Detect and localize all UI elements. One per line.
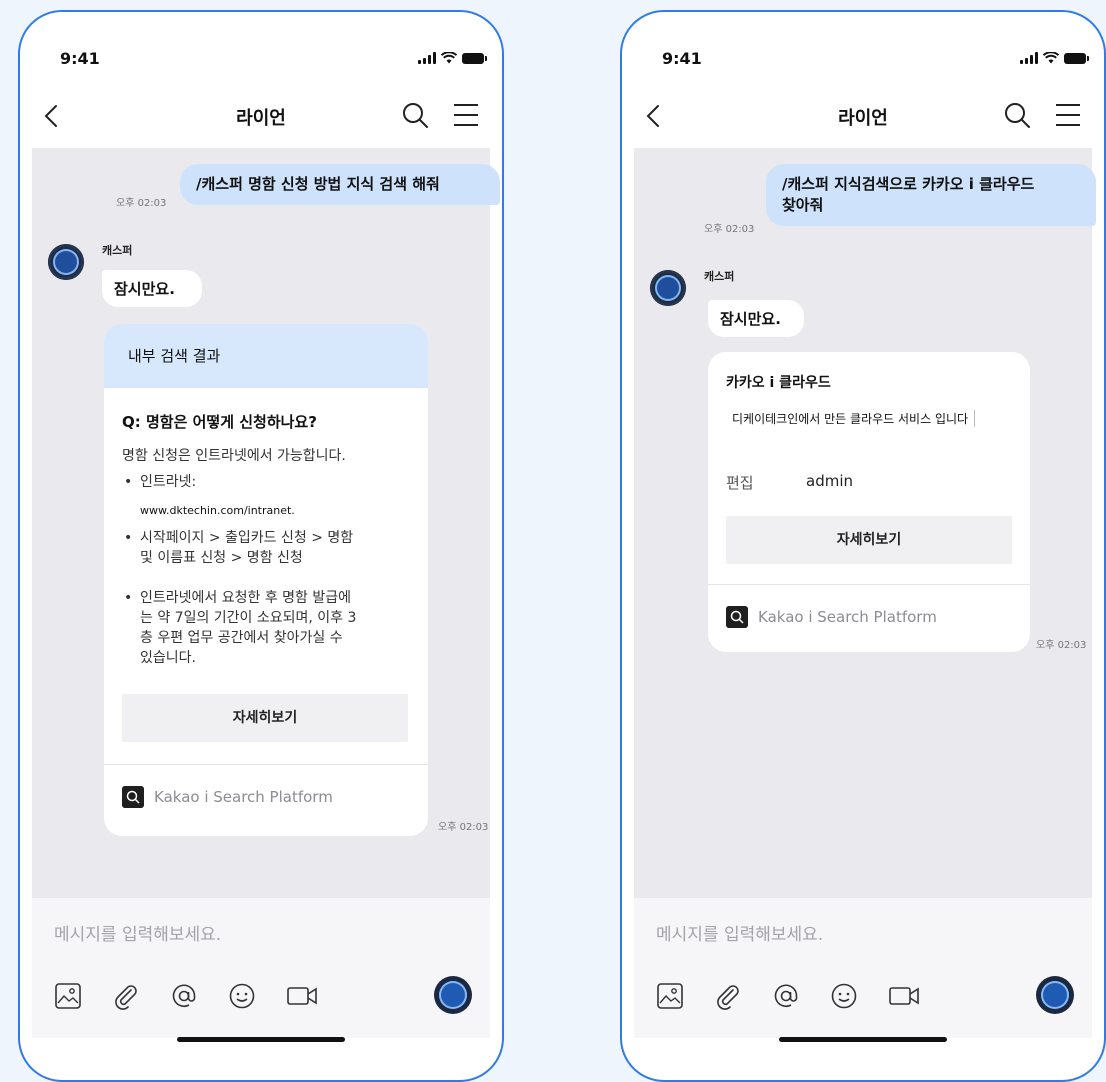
battery-icon (1064, 53, 1089, 64)
wifi-icon (441, 52, 457, 64)
search-platform-label: Kakao i Search Platform (154, 788, 333, 806)
wifi-icon (1043, 52, 1059, 64)
status-time: 9:41 (662, 49, 702, 68)
card-bullet-2: 시작페이지 > 출입카드 신청 > 명함 (124, 528, 353, 548)
video-icon[interactable] (286, 982, 318, 1010)
input-area: 메시지를 입력해보세요. (634, 898, 1092, 1038)
card-bullet-1: 인트라넷: (124, 472, 196, 492)
image-icon[interactable] (656, 982, 684, 1010)
status-icons (418, 52, 487, 64)
bot-message-time: 오후 02:03 (1036, 640, 1087, 651)
user-message-time: 오후 02:03 (116, 198, 167, 209)
attach-icon[interactable] (112, 982, 140, 1010)
user-message-line-1: /캐스퍼 지식검색으로 카카오 i 클라우드 (782, 175, 1035, 193)
card-divider (104, 764, 428, 765)
bot-reply-bubble: 잠시만요. (102, 270, 202, 307)
chat-area[interactable]: /캐스퍼 지식검색으로 카카오 i 클라우드 찾아줘 오후 02:03 캐스퍼 … (634, 148, 1096, 898)
chat-area[interactable]: /캐스퍼 명함 신청 방법 지식 검색 해줘 오후 02:03 캐스퍼 잠시만요… (32, 148, 500, 898)
card-question: Q: 명함은 어떻게 신청하나요? (122, 413, 317, 431)
search-platform-label: Kakao i Search Platform (758, 608, 937, 626)
status-icons (1020, 52, 1089, 64)
signal-icon (1020, 52, 1038, 64)
status-time: 9:41 (60, 49, 100, 68)
detail-button[interactable]: 자세히보기 (122, 694, 408, 742)
detail-button[interactable]: 자세히보기 (726, 516, 1012, 564)
home-indicator (779, 1037, 947, 1042)
card-bullet-2-cont: 및 이름표 신청 > 명함 신청 (140, 550, 303, 566)
user-message-bubble: /캐스퍼 명함 신청 방법 지식 검색 해줘 (180, 164, 500, 205)
search-platform-footer[interactable]: Kakao i Search Platform (122, 786, 333, 808)
search-platform-footer[interactable]: Kakao i Search Platform (726, 606, 937, 628)
search-result-card: 카카오 i 클라우드 디케이테크인에서 만든 클라우드 서비스 입니다 편집 a… (708, 352, 1030, 652)
meta-key: 편집 (726, 474, 754, 492)
bot-message-time: 오후 02:03 (438, 822, 489, 833)
message-input[interactable]: 메시지를 입력해보세요. (54, 920, 221, 945)
emoji-icon[interactable] (830, 982, 858, 1010)
assistant-orb-button[interactable] (434, 976, 472, 1014)
search-icon[interactable] (1002, 100, 1032, 130)
home-indicator (177, 1037, 345, 1042)
message-input[interactable]: 메시지를 입력해보세요. (656, 920, 823, 945)
card-description: 디케이테크인에서 만든 클라우드 서비스 입니다 (732, 410, 976, 427)
user-message-time: 오후 02:03 (704, 224, 755, 235)
search-platform-icon (726, 606, 748, 628)
card-bullet-3: 인트라넷에서 요청한 후 명함 발급에 (124, 588, 351, 608)
video-icon[interactable] (888, 982, 920, 1010)
search-platform-icon (122, 786, 144, 808)
bot-avatar[interactable] (48, 244, 84, 280)
bot-sender-name: 캐스퍼 (102, 244, 133, 257)
card-divider (708, 584, 1030, 585)
meta-value: admin (806, 472, 853, 490)
assistant-orb-button[interactable] (1036, 976, 1074, 1014)
card-bullet-3-cont-2: 층 우편 업무 공간에서 찾아가실 수 (140, 630, 343, 646)
menu-icon[interactable] (1054, 102, 1082, 128)
card-header: 내부 검색 결과 (104, 324, 428, 388)
menu-icon[interactable] (452, 102, 480, 128)
search-result-card: 내부 검색 결과 Q: 명함은 어떻게 신청하나요? 명함 신청은 인트라넷에서… (104, 324, 428, 836)
mention-icon[interactable] (170, 982, 198, 1010)
bot-sender-name: 캐스퍼 (704, 270, 735, 283)
phone-left: 9:41 라이언 /캐스퍼 명함 신청 방법 지식 검색 해줘 오후 02:03… (18, 10, 504, 1082)
card-answer: 명함 신청은 인트라넷에서 가능합니다. (122, 448, 346, 464)
chat-header: 라이언 (622, 84, 1104, 148)
signal-icon (418, 52, 436, 64)
search-icon[interactable] (400, 100, 430, 130)
phone-right: 9:41 라이언 /캐스퍼 지식검색으로 카카오 i 클라우드 찾아줘 오후 0… (620, 10, 1106, 1082)
image-icon[interactable] (54, 982, 82, 1010)
bot-reply-bubble: 잠시만요. (708, 300, 804, 337)
emoji-icon[interactable] (228, 982, 256, 1010)
user-message-bubble: /캐스퍼 지식검색으로 카카오 i 클라우드 찾아줘 (766, 164, 1096, 226)
chat-header: 라이언 (20, 84, 502, 148)
card-url[interactable]: www.dktechin.com/intranet. (140, 504, 295, 517)
card-bullet-3-cont-1: 는 약 7일의 기간이 소요되며, 이후 3 (140, 610, 357, 626)
battery-icon (462, 53, 487, 64)
input-area: 메시지를 입력해보세요. (32, 898, 490, 1038)
attach-icon[interactable] (714, 982, 742, 1010)
mention-icon[interactable] (772, 982, 800, 1010)
card-title: 카카오 i 클라우드 (726, 375, 831, 391)
card-bullet-3-cont-3: 있습니다. (140, 650, 196, 666)
user-message-line-2: 찾아줘 (782, 196, 824, 214)
bot-avatar[interactable] (650, 270, 686, 306)
